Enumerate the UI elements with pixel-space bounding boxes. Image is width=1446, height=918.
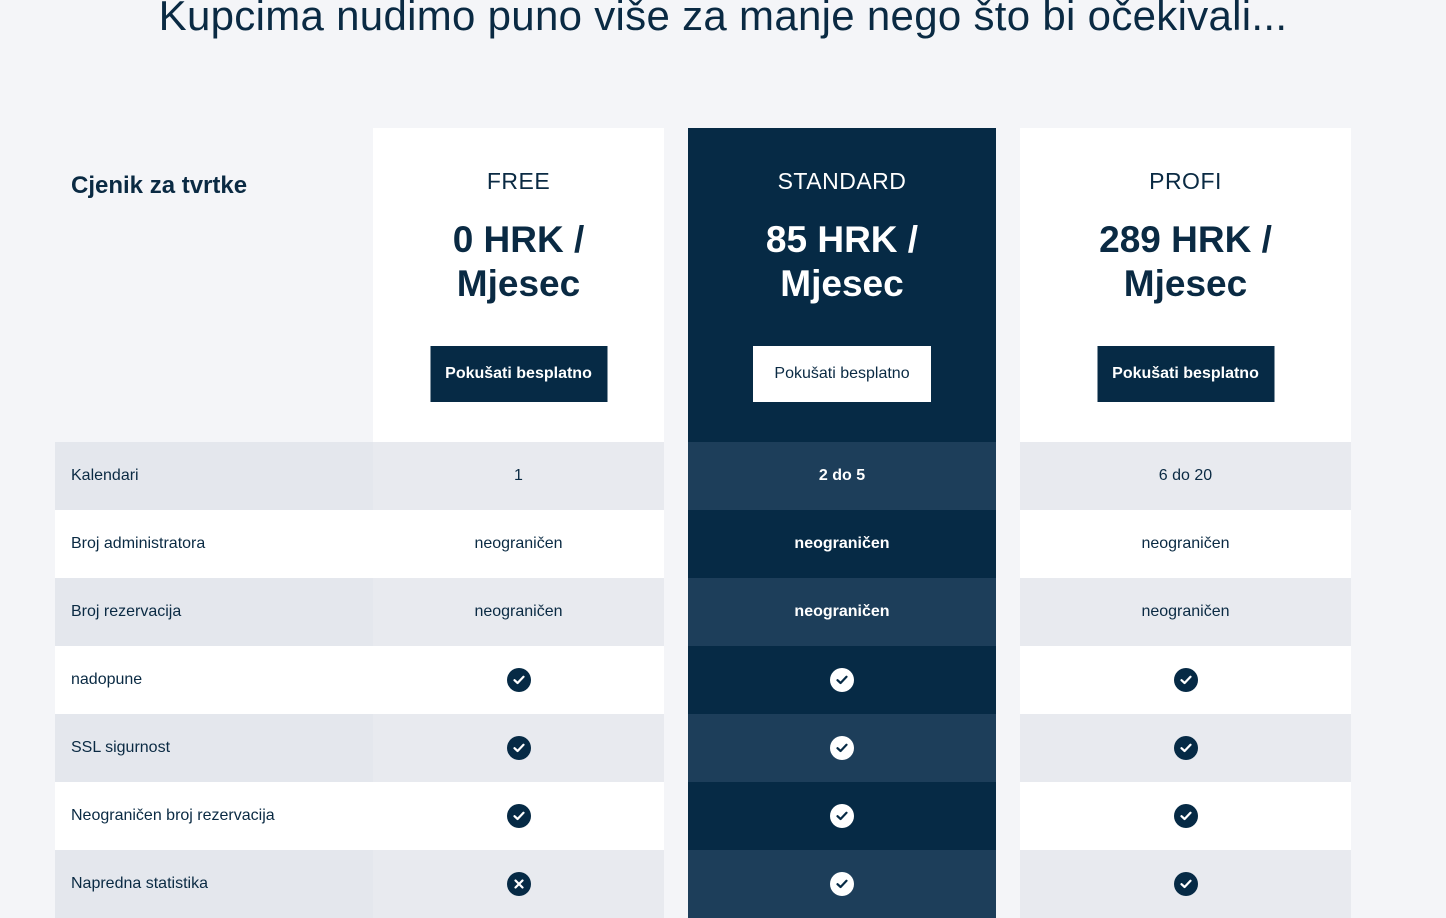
feature-label: Napredna statistika xyxy=(55,850,373,918)
pricing-title: Cjenik za tvrtke xyxy=(71,172,248,199)
try-standard-button[interactable]: Pokušati besplatno xyxy=(753,346,931,402)
check-circle-icon xyxy=(506,804,531,828)
feature-value-profi: neograničen xyxy=(1020,510,1351,578)
price-period: Mjesec xyxy=(1123,263,1248,304)
check-circle-icon xyxy=(830,804,854,828)
plan-name: PROFI xyxy=(1149,168,1222,194)
plan-card-free: FREE 0 HRK / Mjesec Pokušati besplatno xyxy=(373,128,664,442)
feature-value-profi: 6 do 20 xyxy=(1020,442,1351,510)
feature-value-free xyxy=(373,782,664,850)
feature-value-free xyxy=(373,850,664,918)
plan-card-standard: STANDARD 85 HRK / Mjesec Pokušati bespla… xyxy=(688,128,996,442)
check-circle-icon xyxy=(1173,736,1198,760)
feature-label: SSL sigurnost xyxy=(55,714,373,782)
plan-name: STANDARD xyxy=(777,168,907,194)
feature-value-standard xyxy=(688,714,996,782)
table-row: Kalendari 1 2 do 5 6 do 20 xyxy=(0,442,1446,510)
price-amount: 85 HRK / xyxy=(765,219,919,260)
table-row: Napredna statistika xyxy=(0,850,1446,918)
feature-value-standard: neograničen xyxy=(688,578,996,646)
feature-label: Kalendari xyxy=(55,442,373,510)
feature-value-standard: 2 do 5 xyxy=(688,442,996,510)
plan-card-profi: PROFI 289 HRK / Mjesec Pokušati besplatn… xyxy=(1020,128,1351,442)
feature-label-text: Broj administratora xyxy=(71,535,206,552)
check-circle-icon xyxy=(830,736,854,760)
table-row: Broj rezervacija neograničen neograničen ne… xyxy=(0,578,1446,646)
feature-label-text: Napredna statistika xyxy=(71,875,208,892)
check-circle-icon xyxy=(506,736,531,760)
price-amount: 289 HRK / xyxy=(1099,219,1272,260)
check-circle-icon xyxy=(506,668,531,692)
feature-value-profi xyxy=(1020,714,1351,782)
table-row: Neograničen broj rezervacija xyxy=(0,782,1446,850)
feature-label-text: SSL sigurnost xyxy=(71,739,171,756)
feature-label-text: Broj rezervacija xyxy=(71,603,182,620)
feature-value-profi xyxy=(1020,646,1351,714)
try-profi-button[interactable]: Pokušati besplatno xyxy=(1097,346,1274,402)
page-headline: Kupcima nudimo puno više za manje nego š… xyxy=(158,0,1288,39)
feature-value-standard xyxy=(688,850,996,918)
check-circle-icon xyxy=(830,872,854,896)
price-period: Mjesec xyxy=(456,263,581,304)
feature-label-text: nadopune xyxy=(71,671,143,688)
feature-value-standard: neograničen xyxy=(688,510,996,578)
feature-value-free: neograničen xyxy=(373,578,664,646)
price-amount: 0 HRK / xyxy=(452,219,585,260)
feature-value-profi xyxy=(1020,782,1351,850)
cross-circle-icon xyxy=(506,872,531,896)
try-free-button[interactable]: Pokušati besplatno xyxy=(430,346,607,402)
check-circle-icon xyxy=(1173,804,1198,828)
feature-value-profi xyxy=(1020,850,1351,918)
feature-label: Neograničen broj rezervacija xyxy=(55,782,373,850)
feature-label-text: Kalendari xyxy=(71,467,139,484)
feature-label: Broj administratora xyxy=(55,510,373,578)
feature-value-free xyxy=(373,714,664,782)
feature-value-free xyxy=(373,646,664,714)
check-circle-icon xyxy=(1173,872,1198,896)
feature-label: Broj rezervacija xyxy=(55,578,373,646)
feature-label: nadopune xyxy=(55,646,373,714)
feature-value-standard xyxy=(688,646,996,714)
table-row: Broj administratora neograničen neograniče… xyxy=(0,510,1446,578)
plan-name: FREE xyxy=(486,168,551,194)
check-circle-icon xyxy=(830,668,854,692)
table-row: SSL sigurnost xyxy=(0,714,1446,782)
plan-price: 85 HRK / Mjesec xyxy=(688,218,996,306)
feature-label-text: Neograničen broj rezervacija xyxy=(71,807,275,824)
feature-value-profi: neograničen xyxy=(1020,578,1351,646)
plan-price: 289 HRK / Mjesec xyxy=(1020,218,1351,306)
price-period: Mjesec xyxy=(780,263,904,304)
feature-value-standard xyxy=(688,782,996,850)
check-circle-icon xyxy=(1173,668,1198,692)
feature-value-free: 1 xyxy=(373,442,664,510)
plan-price: 0 HRK / Mjesec xyxy=(373,218,664,306)
feature-value-free: neograničen xyxy=(373,510,664,578)
table-row: nadopune xyxy=(0,646,1446,714)
